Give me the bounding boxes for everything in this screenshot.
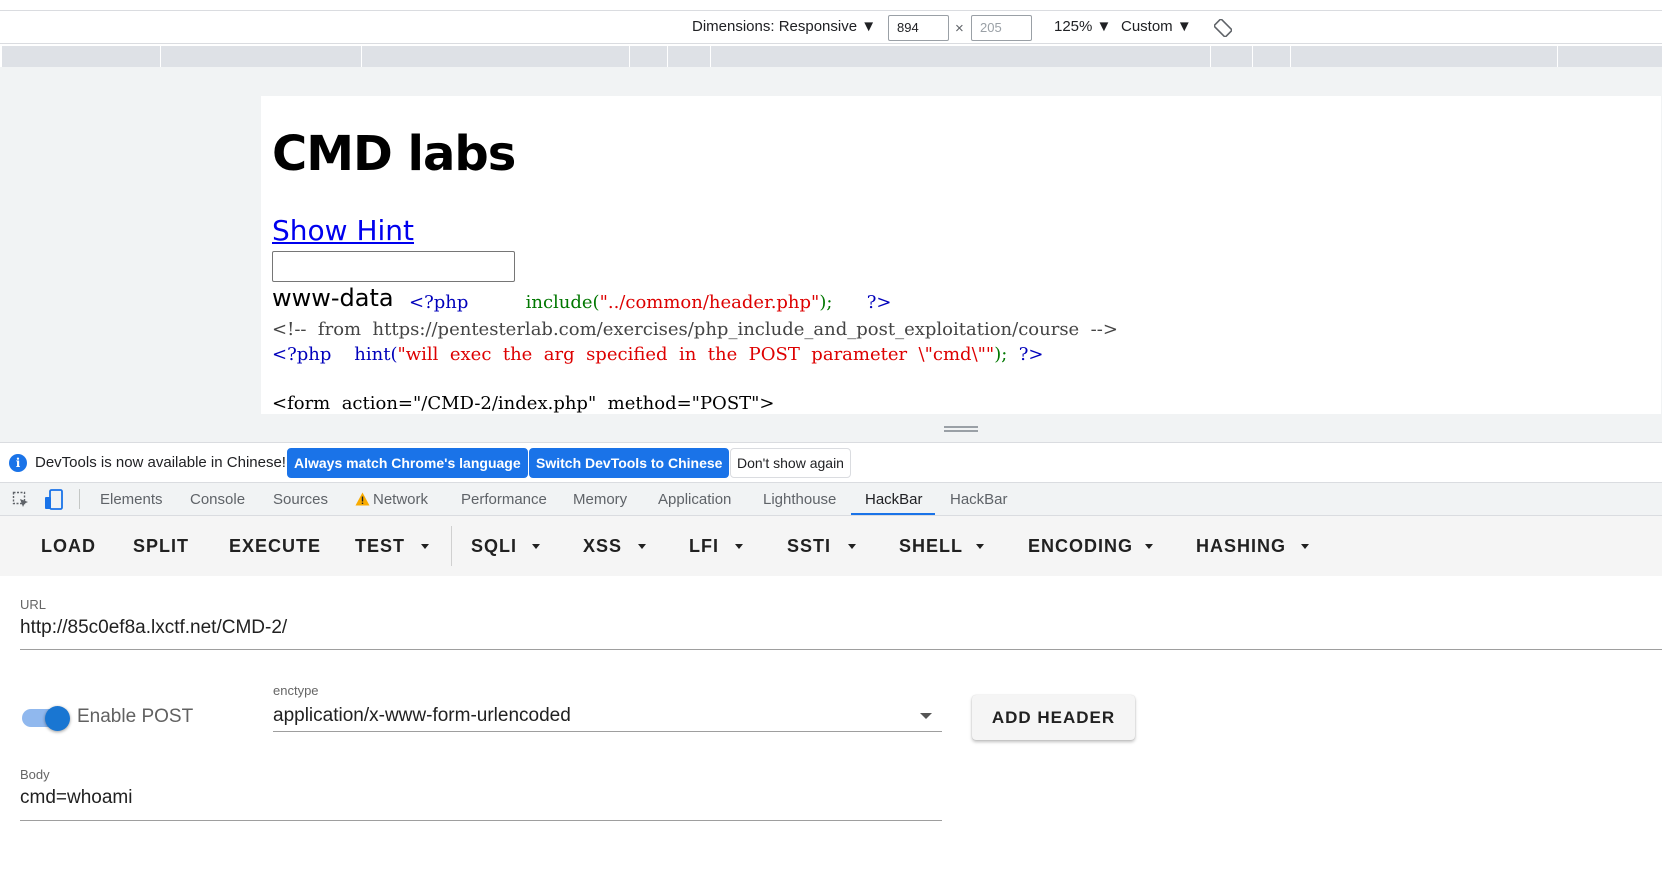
tab-console[interactable]: Console bbox=[190, 491, 245, 508]
chevron-down-icon bbox=[638, 544, 646, 549]
devtools-tabbar: Elements Console Sources Network Perform… bbox=[0, 483, 1662, 516]
url-label: URL bbox=[20, 597, 47, 612]
throttle-dropdown[interactable]: Custom ▼ bbox=[1121, 18, 1192, 35]
php-open-tag: <?php bbox=[409, 292, 469, 313]
xss-menu[interactable]: XSS bbox=[583, 536, 622, 557]
tab-performance[interactable]: Performance bbox=[461, 491, 547, 508]
show-hint-link[interactable]: Show Hint bbox=[272, 214, 414, 247]
device-toolbar: Dimensions: Responsive ▼ 894 × 205 125% … bbox=[0, 10, 1662, 44]
hint-arg: "will exec the arg specified in the POST… bbox=[397, 344, 995, 365]
chevron-down-icon bbox=[421, 544, 429, 549]
page-text-input[interactable] bbox=[272, 251, 515, 282]
tab-sources[interactable]: Sources bbox=[273, 491, 328, 508]
php-open-tag: <?php bbox=[272, 344, 332, 365]
execute-button[interactable]: EXECUTE bbox=[229, 536, 321, 557]
include-call: include( bbox=[525, 292, 600, 313]
lfi-menu[interactable]: LFI bbox=[689, 536, 719, 557]
height-input[interactable]: 205 bbox=[971, 15, 1032, 41]
chevron-down-icon bbox=[735, 544, 743, 549]
body-underline bbox=[20, 820, 942, 821]
inspect-element-icon[interactable] bbox=[12, 491, 30, 514]
zoom-dropdown[interactable]: 125% ▼ bbox=[1054, 18, 1111, 35]
language-infobar: i DevTools is now available in Chinese! … bbox=[0, 442, 1662, 483]
body-label: Body bbox=[20, 767, 50, 782]
chevron-down-icon bbox=[1145, 544, 1153, 549]
rotate-icon[interactable] bbox=[1213, 18, 1233, 42]
php-close-tag: ?> bbox=[1018, 344, 1044, 365]
encoding-menu[interactable]: ENCODING bbox=[1028, 536, 1133, 557]
url-underline bbox=[20, 649, 1662, 650]
code-line-4: <form action="/CMD-2/index.php" method="… bbox=[272, 393, 775, 414]
load-button[interactable]: LOAD bbox=[41, 536, 96, 557]
info-icon: i bbox=[9, 454, 27, 472]
enable-post-label: Enable POST bbox=[77, 706, 194, 727]
url-input[interactable]: http://85c0ef8a.lxctf.net/CMD-2/ bbox=[20, 617, 287, 639]
hackbar-menu: LOAD SPLIT EXECUTE TEST SQLI XSS LFI SST… bbox=[0, 516, 1662, 576]
tab-network[interactable]: Network bbox=[373, 491, 428, 508]
include-arg: "../common/header.php" bbox=[599, 292, 820, 313]
infobar-message: DevTools is now available in Chinese! bbox=[35, 454, 286, 471]
times-sign: × bbox=[955, 20, 964, 37]
tab-memory[interactable]: Memory bbox=[573, 491, 627, 508]
hint-call: hint( bbox=[354, 344, 398, 365]
shell-menu[interactable]: SHELL bbox=[899, 536, 963, 557]
page-title: CMD labs bbox=[272, 126, 516, 182]
dimensions-dropdown[interactable]: Dimensions: Responsive ▼ bbox=[692, 18, 876, 35]
media-query-ruler bbox=[2, 46, 1662, 67]
chevron-down-icon bbox=[1301, 544, 1309, 549]
switch-to-chinese-button[interactable]: Switch DevTools to Chinese bbox=[529, 448, 730, 478]
active-tab-indicator bbox=[851, 513, 935, 515]
tab-application[interactable]: Application bbox=[658, 491, 731, 508]
code-line-2: <!-- from https://pentesterlab.com/exerc… bbox=[272, 319, 1118, 340]
enctype-label: enctype bbox=[273, 683, 319, 698]
ssti-menu[interactable]: SSTI bbox=[787, 536, 831, 557]
enctype-select[interactable]: application/x-www-form-urlencoded bbox=[273, 705, 571, 727]
hashing-menu[interactable]: HASHING bbox=[1196, 536, 1286, 557]
chevron-down-icon bbox=[532, 544, 540, 549]
include-close: ); bbox=[819, 292, 833, 313]
body-input[interactable]: cmd=whoami bbox=[20, 787, 132, 809]
resize-handle[interactable] bbox=[944, 426, 978, 433]
emulated-page: CMD labs Show Hint www-data <?php includ… bbox=[261, 96, 1661, 414]
add-header-button[interactable]: ADD HEADER bbox=[972, 695, 1135, 740]
enctype-underline bbox=[273, 731, 942, 732]
php-close-tag: ?> bbox=[866, 292, 892, 313]
enable-post-toggle[interactable] bbox=[45, 706, 70, 731]
tab-hackbar-active[interactable]: HackBar bbox=[865, 491, 923, 508]
chevron-down-icon bbox=[848, 544, 856, 549]
chevron-down-icon bbox=[976, 544, 984, 549]
warning-icon bbox=[355, 492, 370, 511]
chevron-down-icon bbox=[920, 713, 932, 719]
tab-lighthouse[interactable]: Lighthouse bbox=[763, 491, 836, 508]
code-line-3: <?php hint("will exec the arg specified … bbox=[272, 344, 1043, 365]
width-input[interactable]: 894 bbox=[888, 15, 949, 41]
hint-close: ); bbox=[994, 344, 1008, 365]
dont-show-again-button[interactable]: Don't show again bbox=[730, 448, 851, 478]
command-output: www-data bbox=[272, 284, 394, 312]
always-match-language-button[interactable]: Always match Chrome's language bbox=[287, 448, 528, 478]
tab-hackbar[interactable]: HackBar bbox=[950, 491, 1008, 508]
split-button[interactable]: SPLIT bbox=[133, 536, 189, 557]
test-menu[interactable]: TEST bbox=[355, 536, 405, 557]
tab-elements[interactable]: Elements bbox=[100, 491, 163, 508]
device-toggle-icon[interactable] bbox=[44, 489, 64, 516]
sqli-menu[interactable]: SQLI bbox=[471, 536, 517, 557]
code-line-1: <?php include("../common/header.php"); ?… bbox=[409, 292, 892, 313]
